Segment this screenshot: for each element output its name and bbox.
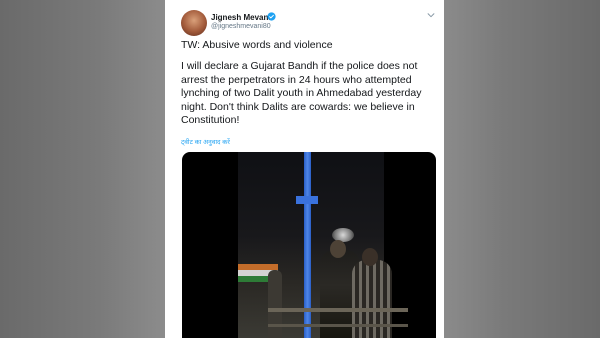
person-right-head — [362, 248, 378, 266]
person-left — [268, 270, 282, 338]
author-handle[interactable]: @jigneshmevani80 — [211, 23, 271, 30]
backdrop-left — [0, 0, 165, 338]
author-name[interactable]: Jignesh Mevani — [211, 13, 271, 22]
tweet-card: Jignesh Mevani @jigneshmevani80 TW: Abus… — [165, 0, 444, 338]
person-center-head — [330, 240, 346, 258]
backdrop-right — [440, 0, 600, 338]
tweet-body: I will declare a Gujarat Bandh if the po… — [181, 60, 422, 126]
pole-sign — [296, 196, 318, 204]
tweet-title: TW: Abusive words and violence — [181, 39, 333, 51]
railing-lower — [268, 324, 408, 327]
chevron-down-icon[interactable] — [426, 10, 436, 20]
video-player[interactable] — [182, 152, 436, 338]
avatar[interactable] — [181, 10, 207, 36]
video-still — [238, 152, 408, 338]
translate-tweet-link[interactable]: ट्वीट का अनुवाद करें — [181, 137, 230, 146]
railing — [268, 308, 408, 312]
verified-badge-icon — [267, 12, 276, 21]
